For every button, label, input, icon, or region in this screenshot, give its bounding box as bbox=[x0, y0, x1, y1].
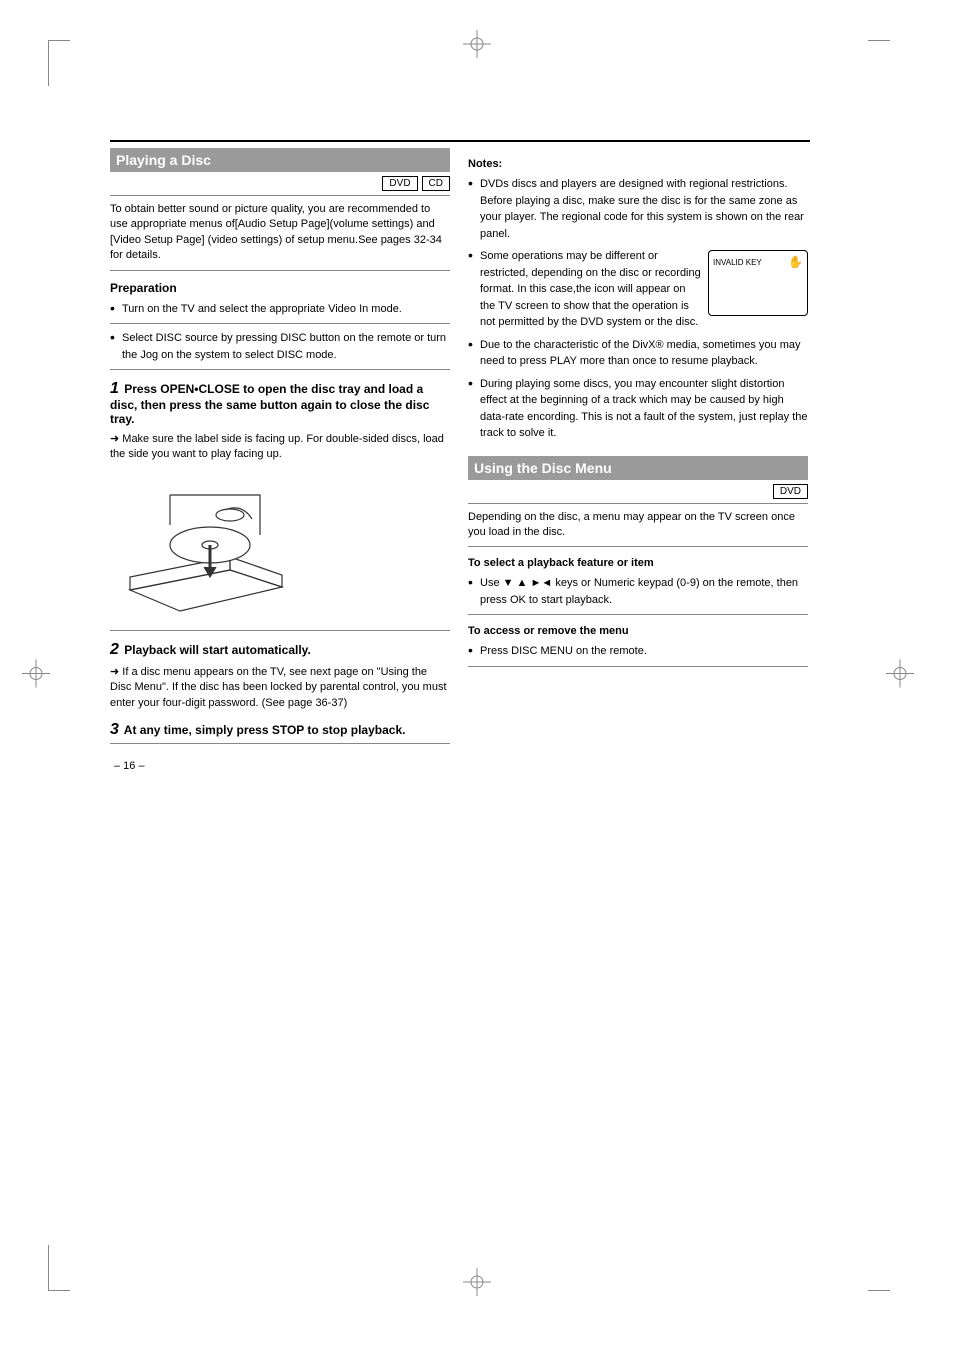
registration-mark-bottom bbox=[463, 1268, 491, 1301]
step-1-text: Press OPEN•CLOSE to open the disc tray a… bbox=[110, 382, 429, 426]
step-2-body: ➜ If a disc menu appears on the TV, see … bbox=[110, 665, 450, 711]
rule bbox=[468, 614, 808, 615]
step-1-note: ➜ Make sure the label side is facing up.… bbox=[110, 432, 450, 463]
rule bbox=[110, 369, 450, 370]
column-right: Notes: DVDs discs and players are design… bbox=[468, 148, 808, 772]
tv-screen-warning: ✋ INVALID KEY bbox=[708, 250, 808, 316]
crop-mark-top-left bbox=[48, 40, 70, 86]
access-menu-item: Press DISC MENU on the remote. bbox=[468, 643, 808, 660]
tag-dvd-2: DVD bbox=[773, 484, 808, 499]
step-1-title: 1 Press OPEN•CLOSE to open the disc tray… bbox=[110, 380, 450, 426]
access-menu-title: To access or remove the menu bbox=[468, 625, 808, 637]
note-item: During playing some discs, you may encou… bbox=[468, 376, 808, 442]
note-item-with-screen: ✋ INVALID KEY Some operations may be dif… bbox=[468, 248, 808, 331]
select-feature-title: To select a playback feature or item bbox=[468, 557, 808, 569]
content-columns: Playing a Disc DVD CD To obtain better s… bbox=[110, 148, 810, 772]
crop-mark-bottom-right bbox=[868, 1245, 890, 1291]
step-3-title: 3 At any time, simply press STOP to stop… bbox=[110, 721, 450, 739]
column-left: Playing a Disc DVD CD To obtain better s… bbox=[110, 148, 450, 772]
step-2-body-text: If a disc menu appears on the TV, see ne… bbox=[110, 666, 447, 709]
preparation-heading: Preparation bbox=[110, 281, 450, 295]
disc-menu-tag-row: DVD bbox=[468, 484, 808, 499]
disc-tags-row: DVD CD bbox=[110, 176, 450, 191]
note-2-text: Some operations may be different or rest… bbox=[480, 250, 701, 328]
page-content: Playing a Disc DVD CD To obtain better s… bbox=[110, 140, 810, 772]
prep-item: Select DISC source by pressing DISC butt… bbox=[110, 330, 450, 363]
intro-paragraph: To obtain better sound or picture qualit… bbox=[110, 202, 450, 264]
disc-menu-intro: Depending on the disc, a menu may appear… bbox=[468, 510, 808, 541]
registration-mark-right bbox=[886, 659, 914, 692]
crop-mark-top-right bbox=[868, 40, 890, 86]
tag-dvd: DVD bbox=[382, 176, 417, 191]
select-feature-item: Use ▼ ▲ ►◄ keys or Numeric keypad (0-9) … bbox=[468, 575, 808, 608]
page-number: – 16 – bbox=[114, 760, 450, 772]
rule bbox=[110, 743, 450, 744]
rule bbox=[110, 195, 450, 196]
note-item: Due to the characteristic of the DivX® m… bbox=[468, 337, 808, 370]
preparation-list-2: Select DISC source by pressing DISC butt… bbox=[110, 330, 450, 363]
hand-icon: ✋ bbox=[788, 253, 803, 271]
disc-tray-illustration bbox=[110, 475, 310, 615]
prep-item: Turn on the TV and select the appropriat… bbox=[110, 301, 450, 318]
tag-cd: CD bbox=[422, 176, 450, 191]
crop-mark-bottom-left bbox=[48, 1245, 70, 1291]
registration-mark-top bbox=[463, 30, 491, 63]
step-2-title: 2 Playback will start automatically. bbox=[110, 641, 450, 659]
step-3-text: At any time, simply press STOP to stop p… bbox=[124, 723, 406, 737]
section-header-disc-menu: Using the Disc Menu bbox=[468, 456, 808, 480]
access-menu-list: Press DISC MENU on the remote. bbox=[468, 643, 808, 660]
registration-mark-left bbox=[22, 659, 50, 692]
step-1-note-text: Make sure the label side is facing up. F… bbox=[110, 433, 444, 460]
rule-top bbox=[110, 140, 810, 142]
select-feature-list: Use ▼ ▲ ►◄ keys or Numeric keypad (0-9) … bbox=[468, 575, 808, 608]
rule bbox=[468, 666, 808, 667]
rule bbox=[110, 630, 450, 631]
notes-heading: Notes: bbox=[468, 158, 808, 170]
notes-list: DVDs discs and players are designed with… bbox=[468, 176, 808, 442]
rule bbox=[468, 546, 808, 547]
step-2-text: Playback will start automatically. bbox=[124, 643, 311, 657]
note-item: DVDs discs and players are designed with… bbox=[468, 176, 808, 242]
rule bbox=[110, 270, 450, 271]
preparation-list: Turn on the TV and select the appropriat… bbox=[110, 301, 450, 318]
section-header-playing-disc: Playing a Disc bbox=[110, 148, 450, 172]
arrow-keys-text: Use ▼ ▲ ►◄ keys or Numeric keypad (0-9) … bbox=[480, 577, 798, 606]
rule bbox=[468, 503, 808, 504]
rule bbox=[110, 323, 450, 324]
